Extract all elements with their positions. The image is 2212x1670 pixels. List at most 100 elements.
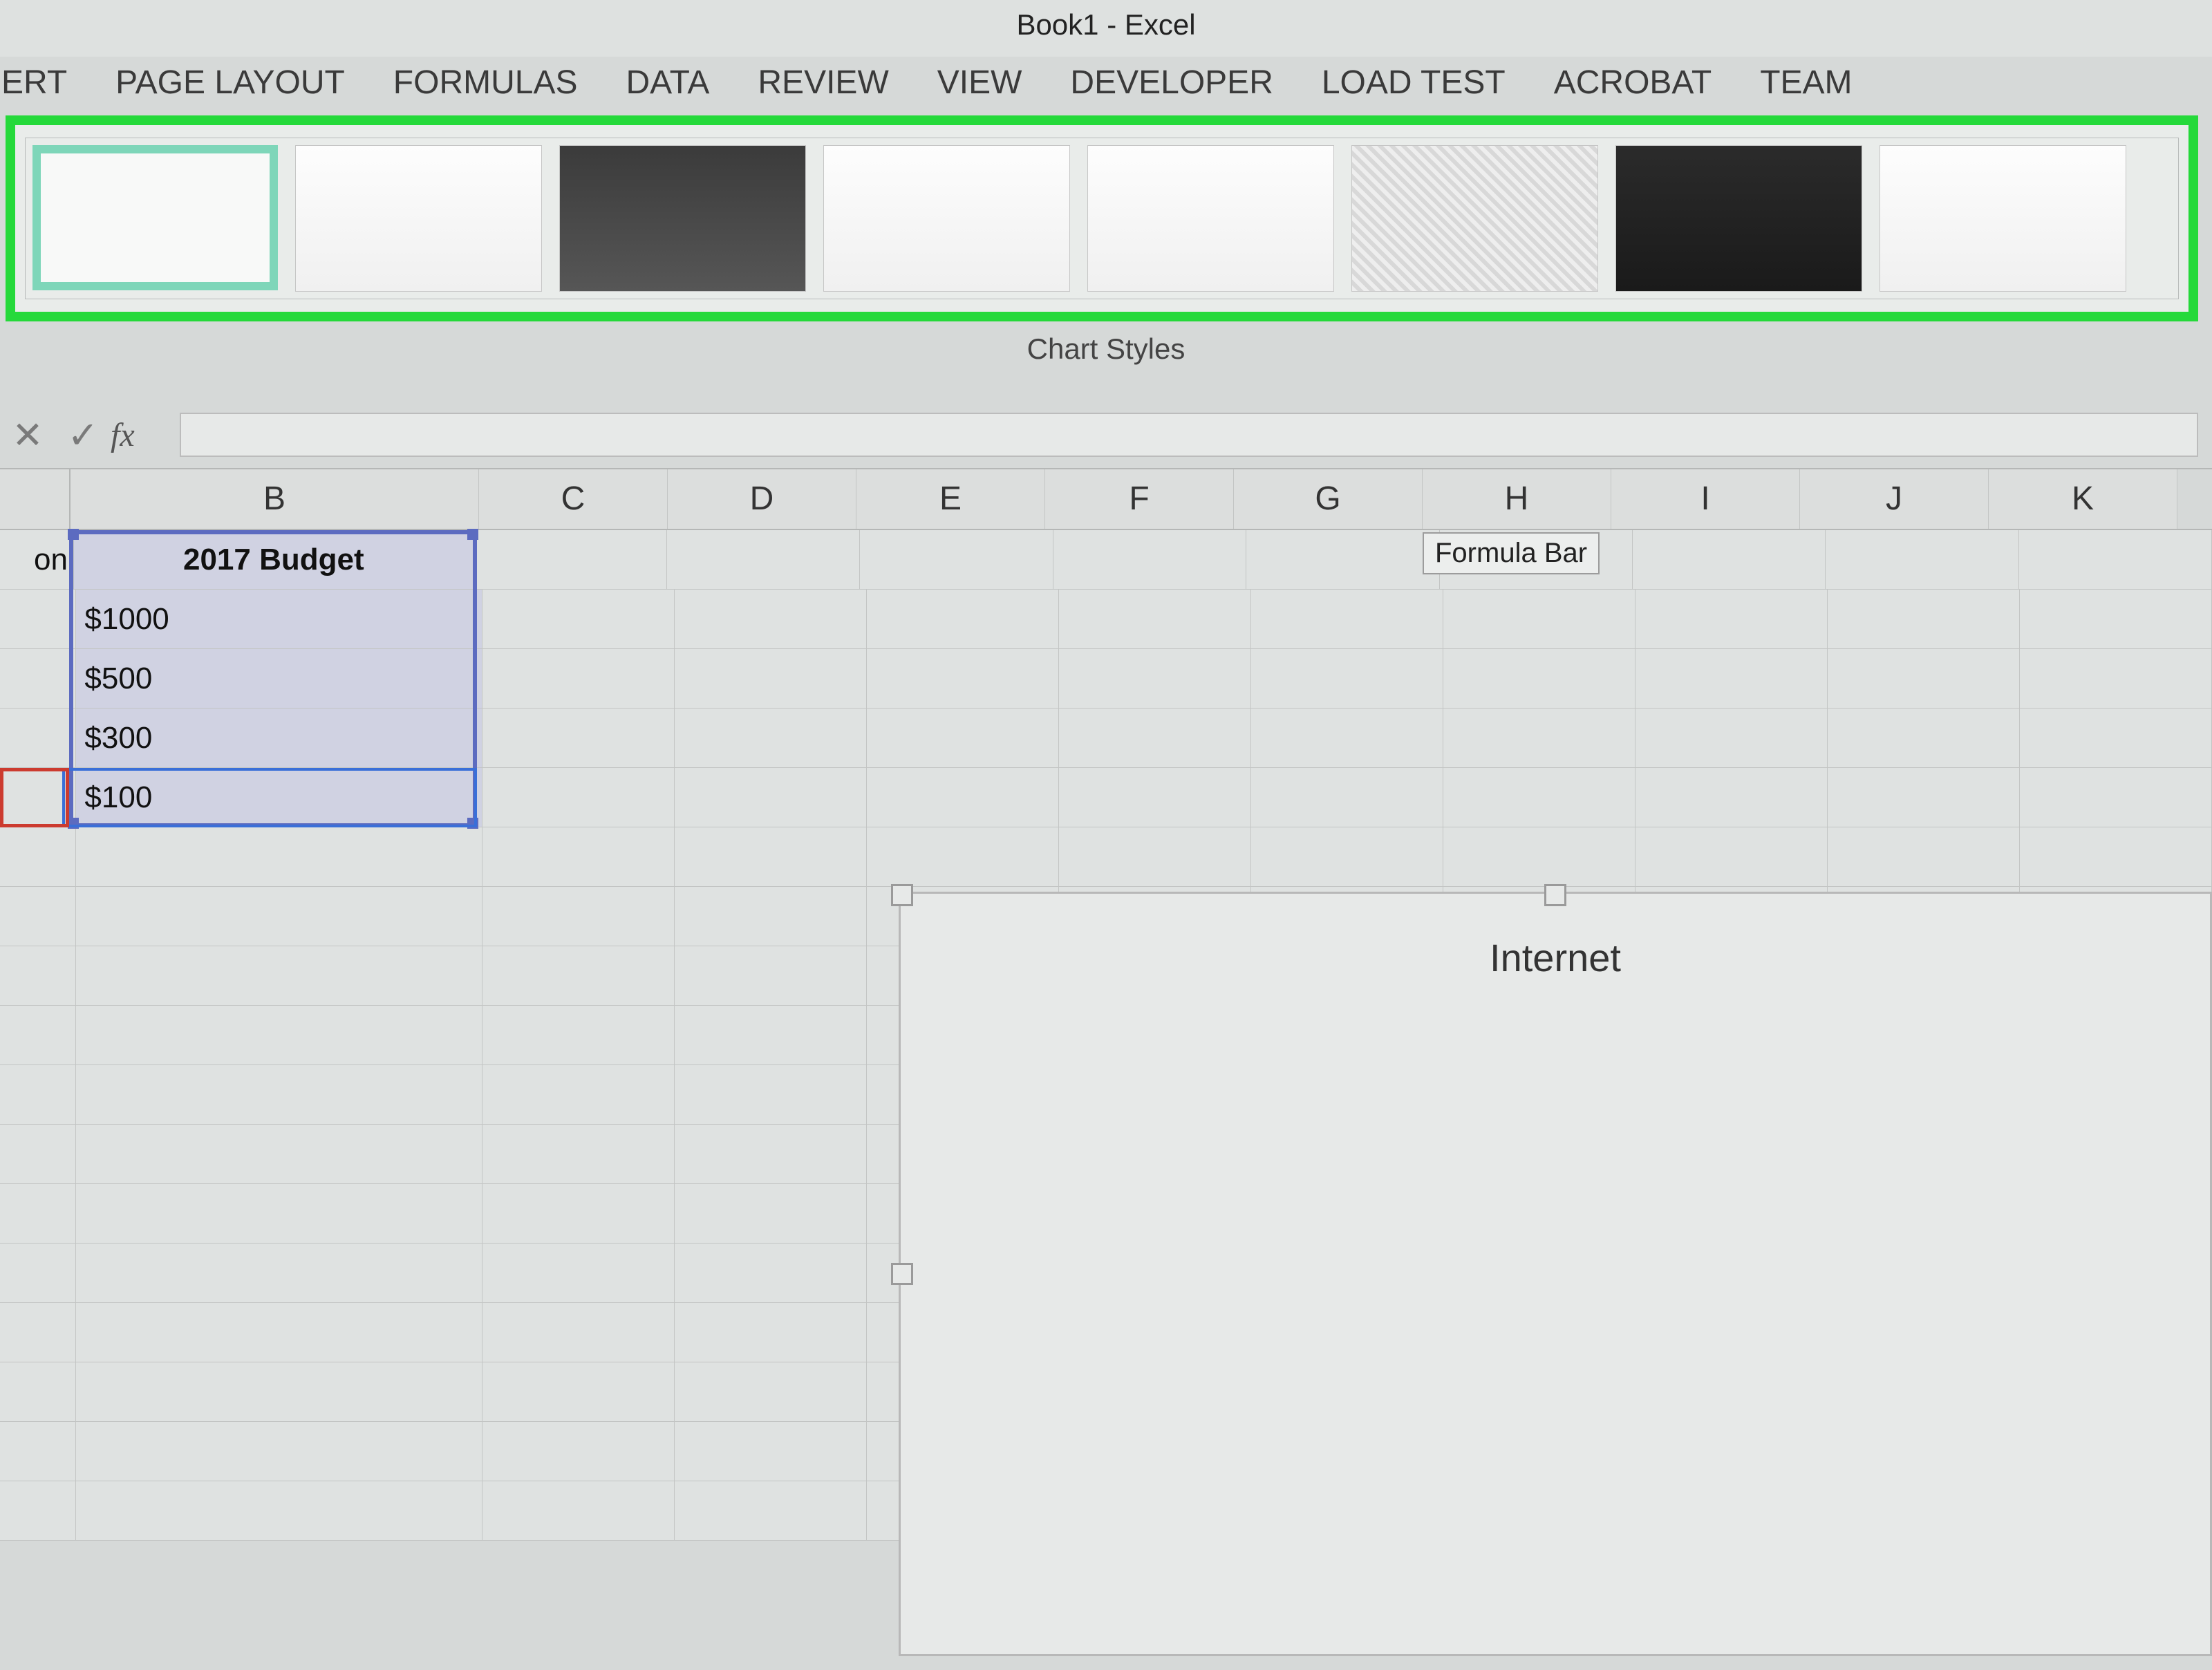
tab-data[interactable]: DATA [626, 64, 710, 102]
cell-b17[interactable] [76, 1481, 482, 1541]
cell-e3[interactable] [867, 649, 1059, 709]
cell-g4[interactable] [1251, 709, 1443, 768]
chart-style-7[interactable] [1615, 145, 1862, 292]
cell-c7[interactable] [482, 887, 675, 946]
cell-a1-frag[interactable]: on [0, 530, 74, 590]
cell-f1[interactable] [1053, 530, 1246, 590]
cell-d9[interactable] [675, 1006, 867, 1065]
cell-a11[interactable] [0, 1125, 76, 1184]
cell-a17[interactable] [0, 1481, 76, 1541]
cell-e4[interactable] [867, 709, 1059, 768]
cell-d4[interactable] [675, 709, 867, 768]
cell-c9[interactable] [482, 1006, 675, 1065]
cell-c8[interactable] [482, 946, 675, 1006]
cell-h2[interactable] [1443, 590, 1635, 649]
cell-a8[interactable] [0, 946, 76, 1006]
cell-b3[interactable]: $500 [76, 649, 482, 709]
cell-c16[interactable] [482, 1422, 675, 1481]
cell-d7[interactable] [675, 887, 867, 946]
embedded-chart[interactable]: Internet [899, 892, 2212, 1656]
cell-b1[interactable]: 2017 Budget [74, 530, 474, 590]
resize-handle-icon[interactable] [891, 1263, 913, 1285]
cell-a6[interactable] [0, 827, 76, 887]
cell-g2[interactable] [1251, 590, 1443, 649]
col-header-k[interactable]: K [1989, 469, 2177, 529]
cell-b8[interactable] [76, 946, 482, 1006]
tab-formulas[interactable]: FORMULAS [393, 64, 578, 102]
chart-style-4[interactable] [823, 145, 1070, 292]
cancel-icon[interactable]: ✕ [0, 413, 55, 457]
cell-k1[interactable] [2019, 530, 2212, 590]
cell-d8[interactable] [675, 946, 867, 1006]
tab-developer[interactable]: DEVELOPER [1070, 64, 1273, 102]
cell-a3[interactable] [0, 649, 76, 709]
cell-c17[interactable] [482, 1481, 675, 1541]
cell-a2[interactable] [0, 590, 76, 649]
chart-style-3[interactable] [559, 145, 806, 292]
cell-c12[interactable] [482, 1184, 675, 1244]
cell-h5[interactable] [1443, 768, 1635, 827]
cell-a7[interactable] [0, 887, 76, 946]
fx-icon[interactable]: fx [111, 416, 180, 454]
cell-e1[interactable] [860, 530, 1053, 590]
tab-load-test[interactable]: LOAD TEST [1322, 64, 1506, 102]
col-header-j[interactable]: J [1800, 469, 1989, 529]
cell-b7[interactable] [76, 887, 482, 946]
cell-k4[interactable] [2020, 709, 2212, 768]
cell-a14[interactable] [0, 1303, 76, 1362]
cell-c14[interactable] [482, 1303, 675, 1362]
cell-f5[interactable] [1059, 768, 1251, 827]
resize-handle-icon[interactable] [891, 884, 913, 906]
cell-c5[interactable] [482, 768, 675, 827]
col-header-g[interactable]: G [1234, 469, 1423, 529]
cell-h3[interactable] [1443, 649, 1635, 709]
cell-j4[interactable] [1828, 709, 2020, 768]
tab-insert[interactable]: SERT [0, 64, 67, 102]
cell-k2[interactable] [2020, 590, 2212, 649]
cell-k6[interactable] [2020, 827, 2212, 887]
col-header-d[interactable]: D [668, 469, 856, 529]
chart-style-5[interactable] [1087, 145, 1334, 292]
cell-g3[interactable] [1251, 649, 1443, 709]
cell-c2[interactable] [482, 590, 675, 649]
col-header-b[interactable]: B [71, 469, 479, 529]
cell-h4[interactable] [1443, 709, 1635, 768]
cell-d10[interactable] [675, 1065, 867, 1125]
cell-k3[interactable] [2020, 649, 2212, 709]
cell-c11[interactable] [482, 1125, 675, 1184]
cell-b16[interactable] [76, 1422, 482, 1481]
cell-b9[interactable] [76, 1006, 482, 1065]
cell-j3[interactable] [1828, 649, 2020, 709]
cell-a5[interactable] [0, 768, 76, 827]
cell-d14[interactable] [675, 1303, 867, 1362]
tab-team[interactable]: TEAM [1760, 64, 1852, 102]
cell-i4[interactable] [1635, 709, 1828, 768]
cell-d12[interactable] [675, 1184, 867, 1244]
cell-i2[interactable] [1635, 590, 1828, 649]
select-all-corner[interactable] [0, 469, 71, 529]
tab-acrobat[interactable]: ACROBAT [1554, 64, 1712, 102]
cell-b6[interactable] [76, 827, 482, 887]
cell-f4[interactable] [1059, 709, 1251, 768]
col-header-e[interactable]: E [856, 469, 1045, 529]
cell-g6[interactable] [1251, 827, 1443, 887]
cell-d3[interactable] [675, 649, 867, 709]
cell-c1[interactable] [474, 530, 667, 590]
cell-b4[interactable]: $300 [76, 709, 482, 768]
cell-k5[interactable] [2020, 768, 2212, 827]
cell-e2[interactable] [867, 590, 1059, 649]
chart-style-1[interactable] [32, 145, 278, 290]
col-header-c[interactable]: C [479, 469, 668, 529]
cell-d5[interactable] [675, 768, 867, 827]
resize-handle-icon[interactable] [1544, 884, 1566, 906]
col-header-i[interactable]: I [1611, 469, 1800, 529]
cell-e5[interactable] [867, 768, 1059, 827]
cell-h6[interactable] [1443, 827, 1635, 887]
cell-d15[interactable] [675, 1362, 867, 1422]
cell-a9[interactable] [0, 1006, 76, 1065]
cell-d13[interactable] [675, 1244, 867, 1303]
cell-f6[interactable] [1059, 827, 1251, 887]
cell-d1[interactable] [667, 530, 860, 590]
cell-c15[interactable] [482, 1362, 675, 1422]
cell-i3[interactable] [1635, 649, 1828, 709]
